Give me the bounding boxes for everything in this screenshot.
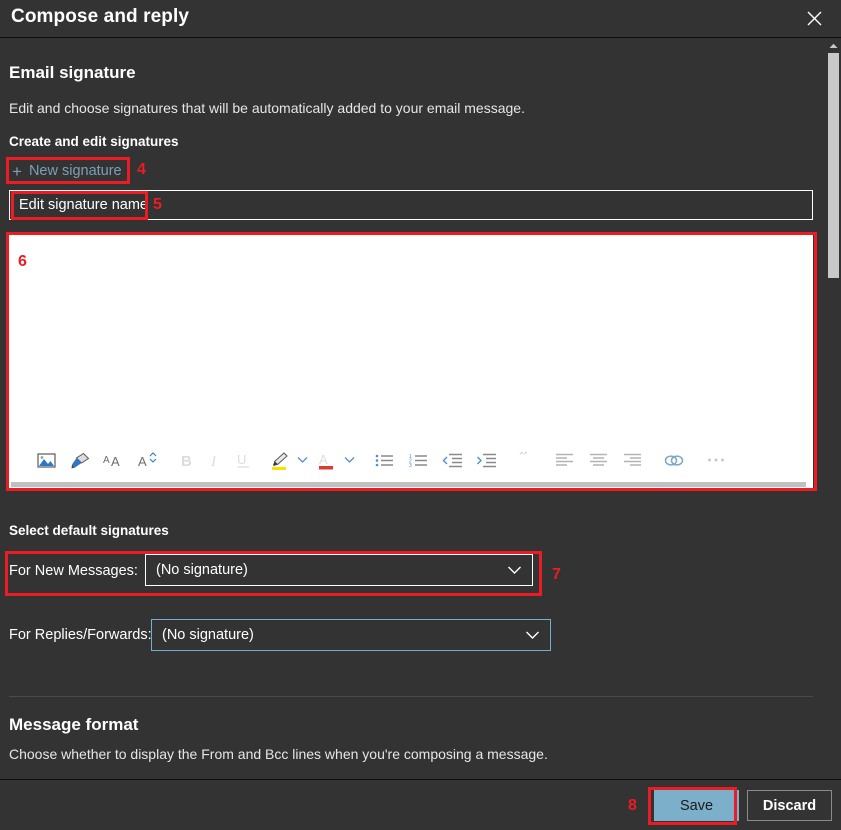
svg-text:I: I bbox=[210, 454, 217, 469]
font-color-icon[interactable]: A bbox=[312, 445, 340, 475]
close-icon[interactable] bbox=[797, 2, 831, 34]
select-default-signatures-heading: Select default signatures bbox=[9, 523, 169, 538]
message-format-description: Choose whether to display the From and B… bbox=[9, 746, 548, 762]
for-replies-forwards-label: For Replies/Forwards: bbox=[9, 627, 152, 643]
format-painter-icon[interactable] bbox=[63, 445, 97, 475]
font-color-chevron-down-icon[interactable] bbox=[340, 445, 359, 475]
plus-icon: + bbox=[12, 161, 22, 181]
bulleted-list-icon[interactable] bbox=[367, 445, 401, 475]
highlight-icon[interactable] bbox=[265, 445, 293, 475]
for-new-messages-value: (No signature) bbox=[156, 562, 248, 578]
insert-link-icon[interactable] bbox=[657, 445, 691, 475]
svg-text:3: 3 bbox=[409, 463, 412, 468]
svg-text:A: A bbox=[111, 454, 120, 469]
align-left-icon[interactable] bbox=[547, 445, 581, 475]
numbered-list-icon[interactable]: 1 2 3 bbox=[401, 445, 435, 475]
decrease-indent-icon[interactable] bbox=[435, 445, 469, 475]
create-and-edit-signatures-label: Create and edit signatures bbox=[9, 134, 179, 149]
settings-scroll-area: Email signature Edit and choose signatur… bbox=[0, 39, 841, 779]
svg-text:A: A bbox=[319, 452, 328, 467]
editor-horizontal-scrollbar[interactable] bbox=[11, 482, 806, 487]
quote-icon[interactable]: ” bbox=[511, 445, 539, 475]
svg-text:A: A bbox=[138, 454, 147, 469]
save-button[interactable]: Save bbox=[654, 790, 739, 821]
chevron-down-icon bbox=[526, 631, 539, 639]
underline-icon[interactable]: U bbox=[229, 445, 257, 475]
new-signature-label: New signature bbox=[28, 163, 122, 179]
signature-editor-toolbar: A A A B I U A 1 2 3 ” bbox=[9, 442, 813, 478]
align-right-icon[interactable] bbox=[615, 445, 649, 475]
save-button-label: Save bbox=[679, 797, 714, 814]
dialog-title: Compose and reply bbox=[11, 6, 190, 27]
grow-font-icon[interactable]: A A bbox=[97, 445, 131, 475]
bold-icon[interactable]: B bbox=[173, 445, 201, 475]
for-new-messages-label: For New Messages: bbox=[9, 563, 138, 579]
compose-and-reply-dialog: Compose and reply Email signature Edit a… bbox=[0, 0, 841, 830]
email-signature-description: Edit and choose signatures that will be … bbox=[9, 100, 525, 116]
new-signature-button[interactable]: + New signature bbox=[9, 159, 128, 183]
for-replies-forwards-value: (No signature) bbox=[162, 627, 254, 643]
discard-button[interactable]: Discard bbox=[747, 790, 832, 821]
dialog-footer: Save Discard bbox=[0, 779, 841, 830]
shrink-font-icon[interactable]: A bbox=[131, 445, 165, 475]
discard-button-label: Discard bbox=[762, 797, 817, 814]
svg-text:A: A bbox=[103, 455, 110, 466]
svg-text:B: B bbox=[181, 453, 192, 469]
dialog-titlebar: Compose and reply bbox=[0, 0, 841, 38]
signature-name-input[interactable] bbox=[9, 190, 813, 220]
italic-icon[interactable]: I bbox=[201, 445, 229, 475]
vertical-scrollbar-thumb[interactable] bbox=[828, 53, 839, 278]
section-divider bbox=[9, 696, 813, 697]
increase-indent-icon[interactable] bbox=[469, 445, 503, 475]
email-signature-heading: Email signature bbox=[9, 63, 136, 82]
for-new-messages-dropdown[interactable]: (No signature) bbox=[145, 554, 533, 586]
chevron-down-icon bbox=[508, 566, 521, 574]
scroll-up-arrow-icon[interactable] bbox=[826, 39, 841, 52]
svg-text:U: U bbox=[237, 452, 246, 467]
message-format-heading: Message format bbox=[9, 715, 139, 734]
for-replies-forwards-dropdown[interactable]: (No signature) bbox=[151, 619, 551, 651]
signature-editor-canvas[interactable] bbox=[9, 235, 813, 441]
insert-picture-icon[interactable] bbox=[29, 445, 63, 475]
align-center-icon[interactable] bbox=[581, 445, 615, 475]
highlight-chevron-down-icon[interactable] bbox=[293, 445, 312, 475]
signature-editor: A A A B I U A 1 2 3 ” bbox=[9, 235, 813, 488]
more-options-icon[interactable] bbox=[699, 445, 733, 475]
svg-text:”: ” bbox=[519, 452, 528, 465]
vertical-scrollbar[interactable] bbox=[826, 39, 841, 779]
